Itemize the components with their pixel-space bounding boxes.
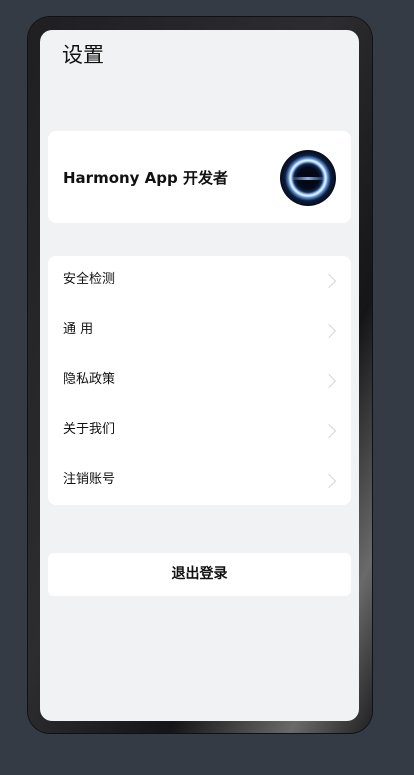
logout-button[interactable]: 退出登录 bbox=[48, 553, 351, 596]
menu-item-label: 隐私政策 bbox=[63, 372, 116, 387]
menu-item-security-check[interactable]: 安全检测 bbox=[48, 256, 351, 306]
menu-item-label: 关于我们 bbox=[63, 422, 116, 437]
chevron-right-icon bbox=[321, 373, 337, 389]
chevron-right-icon bbox=[321, 323, 337, 339]
profile-card[interactable]: Harmony App 开发者 bbox=[48, 131, 351, 223]
chevron-right-icon bbox=[321, 473, 337, 489]
menu-item-label: 注销账号 bbox=[63, 472, 116, 487]
menu-item-general[interactable]: 通 用 bbox=[48, 306, 351, 356]
menu-item-delete-account[interactable]: 注销账号 bbox=[48, 456, 351, 506]
menu-item-label: 安全检测 bbox=[63, 272, 116, 287]
menu-item-about-us[interactable]: 关于我们 bbox=[48, 406, 351, 456]
chevron-right-icon bbox=[321, 273, 337, 289]
settings-menu: 安全检测 通 用 隐私政策 关于我们 注销账号 bbox=[48, 256, 351, 505]
menu-item-label: 通 用 bbox=[63, 322, 94, 337]
profile-name: Harmony App 开发者 bbox=[63, 169, 228, 187]
menu-item-privacy-policy[interactable]: 隐私政策 bbox=[48, 356, 351, 406]
page-title: 设置 bbox=[62, 43, 104, 67]
avatar[interactable] bbox=[280, 150, 336, 206]
chevron-right-icon bbox=[321, 423, 337, 439]
device-stage: 设置 Harmony App 开发者 安全检测 通 用 隐私政策 关于我们 注销… bbox=[0, 0, 414, 775]
settings-screen: 设置 Harmony App 开发者 安全检测 通 用 隐私政策 关于我们 注销… bbox=[40, 30, 359, 721]
